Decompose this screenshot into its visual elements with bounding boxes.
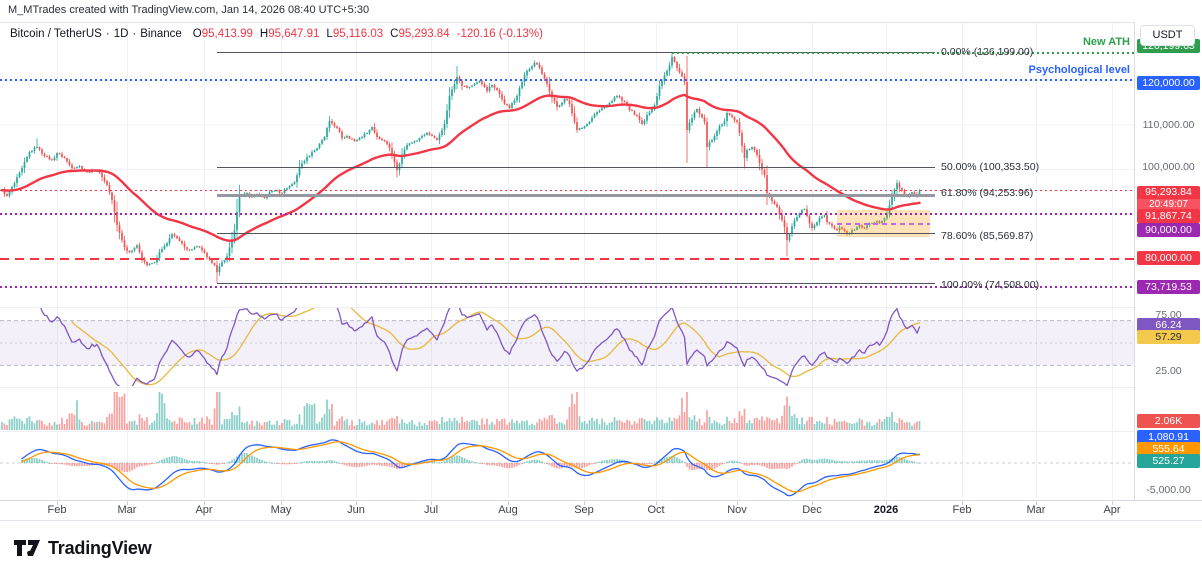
resistance-gray-line[interactable] [217, 194, 935, 197]
fib-line-100[interactable] [217, 283, 935, 284]
time-axis-label-mar: Mar [1014, 504, 1058, 516]
price-axis-tick: -5,000.00 [1137, 483, 1200, 497]
time-axis-label-dec: Dec [790, 504, 834, 516]
price-label: 2.06K [1137, 414, 1200, 428]
chart-canvas[interactable] [0, 0, 1202, 520]
time-axis-label-nov: Nov [715, 504, 759, 516]
price-label: 73,719.53 [1137, 280, 1200, 294]
tradingview-logo-icon [13, 537, 41, 559]
price-label: 95,293.8420:49:07 [1137, 186, 1200, 199]
price-axis-tick: 100,000.00 [1137, 160, 1200, 174]
watermark-text: M_MTrades created with TradingView.com, … [8, 4, 369, 16]
tradingview-logo[interactable]: TradingView [13, 537, 152, 559]
new-ath-annotation[interactable]: New ATH [1083, 36, 1130, 48]
psychological-level-line[interactable] [0, 79, 1134, 81]
ohlc-close: C95,293.84 [390, 28, 449, 40]
currency-toggle-button[interactable]: USDT [1140, 25, 1195, 46]
pane-separator-0[interactable] [0, 307, 1202, 308]
time-axis-label-2026: 2026 [864, 504, 908, 516]
fib-label-4: 100.00% (74,508.00) [941, 279, 1039, 291]
pane-separator-2[interactable] [0, 431, 1202, 432]
level-80000[interactable] [0, 258, 1134, 260]
footer: TradingView [0, 521, 1202, 573]
time-axis-label-jul: Jul [409, 504, 453, 516]
price-label: 120,000.00 [1137, 76, 1200, 90]
price-scale-axis[interactable]: 126,199.63120,000.00110,000.00100,000.00… [1134, 22, 1202, 500]
legend-separator: · [106, 28, 110, 40]
tradingview-chart-app: M_MTrades created with TradingView.com, … [0, 0, 1202, 573]
ohlc-high: H95,647.91 [260, 28, 319, 40]
time-axis[interactable]: Feb Mar Apr May Jun Jul Aug Sep Oct Nov Dec 2026 Feb… [0, 500, 1202, 520]
fib-label-2: 61.80% (94,253.96) [941, 187, 1033, 199]
fib-label-3: 78.60% (85,569.87) [941, 230, 1033, 242]
symbol-name[interactable]: Bitcoin / TetherUS [10, 28, 102, 40]
exchange-label[interactable]: Binance [140, 28, 182, 40]
time-axis-label-may: May [259, 504, 303, 516]
time-axis-label-apr: Apr [1090, 504, 1134, 516]
time-axis-label-oct: Oct [634, 504, 678, 516]
chart-top-border [0, 22, 1202, 23]
fib-label-1: 50.00% (100,353.50) [941, 161, 1039, 173]
demand-zone-midline [837, 223, 930, 225]
time-axis-label-jun: Jun [334, 504, 378, 516]
price-label: 90,000.00 [1137, 223, 1200, 237]
ohlc-open: O95,413.99 [193, 28, 253, 40]
level-90000[interactable] [0, 213, 1134, 215]
brand-name: TradingView [48, 538, 152, 559]
time-axis-label-feb: Feb [35, 504, 79, 516]
time-axis-label-apr: Apr [182, 504, 226, 516]
pane-separator-1[interactable] [0, 387, 1202, 388]
fib-line-78.6[interactable] [217, 233, 935, 234]
price-axis-tick: 25.00 [1137, 364, 1200, 378]
psychological-level-annotation[interactable]: Psychological level [1029, 64, 1131, 76]
time-axis-label-aug: Aug [486, 504, 530, 516]
price-axis-tick: 110,000.00 [1137, 118, 1200, 132]
fib-label-0: 0.00% (126,199.00) [941, 46, 1033, 58]
time-axis-label-mar: Mar [105, 504, 149, 516]
fib-line-50[interactable] [217, 167, 935, 168]
price-label: 525.27 [1137, 454, 1200, 468]
ohlc-low: L95,116.03 [326, 28, 383, 40]
change-label: -120.16 (-0.13%) [457, 28, 543, 40]
price-label: 57.29 [1137, 330, 1200, 344]
time-axis-label-feb: Feb [940, 504, 984, 516]
chart-bottom-border [0, 520, 1202, 521]
symbol-legend[interactable]: Bitcoin / TetherUS·1D·BinanceO95,413.99H… [10, 28, 543, 40]
new-ath-line[interactable] [672, 52, 1134, 54]
legend-separator: · [132, 28, 136, 40]
time-axis-label-sep: Sep [562, 504, 606, 516]
price-label: 91,867.74 [1137, 209, 1200, 223]
interval-label[interactable]: 1D [114, 28, 129, 40]
price-label: 80,000.00 [1137, 251, 1200, 265]
